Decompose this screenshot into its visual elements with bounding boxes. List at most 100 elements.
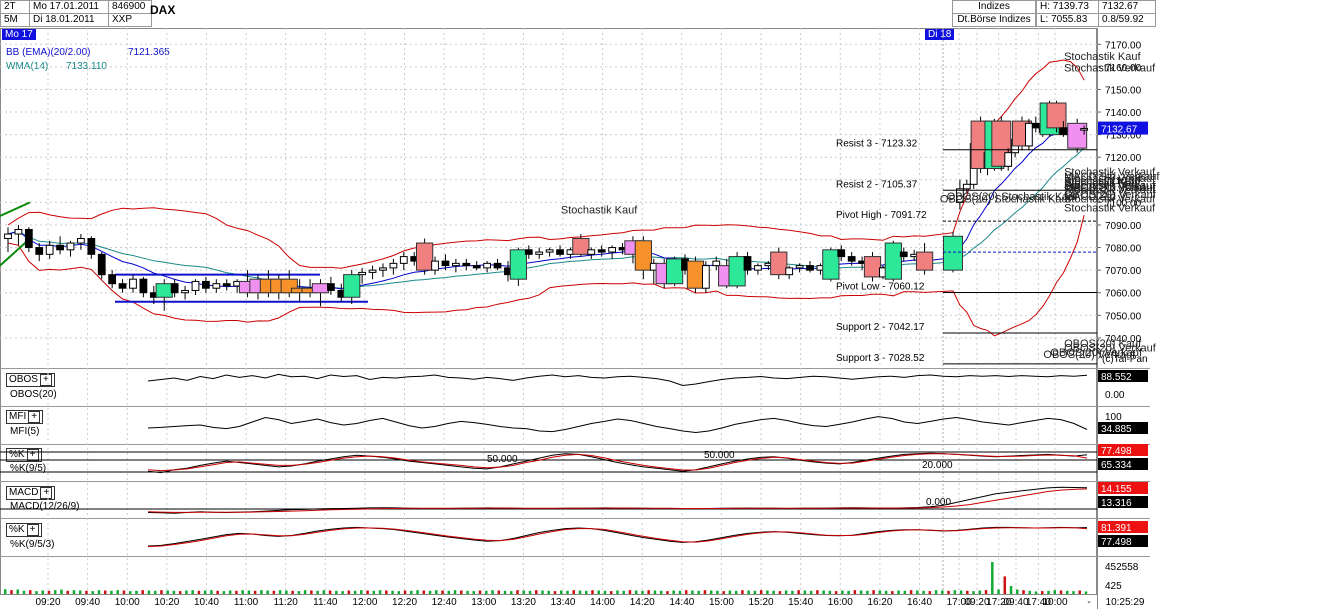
volume-bar xyxy=(803,590,807,594)
candle-body xyxy=(785,267,794,276)
volume-bar xyxy=(1078,590,1082,594)
volume-bar xyxy=(78,590,82,594)
volume-bar xyxy=(53,590,57,594)
volume-bar xyxy=(128,591,132,594)
y-tick-label: 7150.00 xyxy=(1105,85,1142,96)
volume-bar xyxy=(316,590,319,594)
candle-body xyxy=(462,262,471,267)
bollinger-upper-line xyxy=(7,59,1085,269)
candle-body xyxy=(472,265,481,269)
candle-body xyxy=(311,283,330,294)
volume-bar xyxy=(684,590,688,594)
volume-bar xyxy=(266,590,269,594)
candle-body xyxy=(587,249,596,255)
x-tick-label: 12:00 xyxy=(352,597,377,608)
candle-body xyxy=(701,265,710,289)
x-tick-label: 11:00 xyxy=(234,597,259,608)
y-tick-label: 7080.00 xyxy=(1105,244,1142,255)
volume-bar xyxy=(328,590,332,594)
mfi-line xyxy=(147,416,1088,434)
volume-bar xyxy=(1016,589,1019,594)
candle-body xyxy=(863,256,882,278)
candle-body xyxy=(884,242,902,280)
candle-body xyxy=(399,256,408,264)
candle-body xyxy=(202,280,210,289)
candle-body xyxy=(847,256,856,262)
candle-body xyxy=(451,262,460,267)
candle-body xyxy=(943,235,963,271)
volume-bar xyxy=(553,591,557,594)
last-price-tag-label: 7132.67 xyxy=(1101,125,1138,136)
volume-bar xyxy=(659,590,663,594)
volume-bar xyxy=(709,590,713,594)
volume-bar xyxy=(841,590,844,594)
volume-bar xyxy=(753,590,757,594)
candle-body xyxy=(87,238,96,255)
volume-bar xyxy=(35,591,38,594)
volume-bar xyxy=(1059,590,1063,594)
candle-body xyxy=(108,274,117,285)
volume-bar xyxy=(853,590,857,594)
candle-body xyxy=(754,265,762,271)
volume-bar xyxy=(141,590,144,594)
volume-bar xyxy=(959,590,963,594)
candle-body xyxy=(181,289,189,294)
volume-bar xyxy=(903,590,907,594)
volume-bar xyxy=(703,590,707,594)
volume-bar xyxy=(847,590,850,594)
x-tick-label: 09:40 xyxy=(1003,597,1028,608)
volume-bar xyxy=(866,590,869,594)
volume-bar xyxy=(522,590,526,594)
pivot-level-label: Resist 3 - 7123.32 xyxy=(836,139,918,150)
volume-bar xyxy=(453,590,457,594)
volume-bar xyxy=(872,590,875,594)
volume-bar xyxy=(603,590,607,594)
candle-body xyxy=(441,260,450,267)
volume-bar xyxy=(235,590,238,594)
volume-bar xyxy=(1066,590,1069,594)
y-tick-label: 425 xyxy=(1105,581,1122,592)
volume-bar xyxy=(647,590,650,594)
volume-bar xyxy=(203,590,207,594)
volume-bar xyxy=(422,590,426,594)
volume-bar xyxy=(166,590,169,594)
volume-bar xyxy=(291,590,294,594)
x-tick-label: 15:00 xyxy=(709,597,734,608)
candle-body xyxy=(379,267,387,271)
volume-bar xyxy=(466,590,469,594)
x-tick-label: 14:00 xyxy=(590,597,615,608)
signal-annotation: OBOS(20) Verkauf xyxy=(1064,342,1157,354)
volume-bar xyxy=(572,590,575,594)
candle-body xyxy=(1004,152,1013,167)
volume-bar xyxy=(678,590,682,594)
candle-body xyxy=(483,262,492,269)
x-tick-label: 09:40 xyxy=(75,597,100,608)
volume-bar xyxy=(478,590,482,594)
signal-annotation: Stochastik Verkauf xyxy=(1064,62,1156,74)
volume-bar xyxy=(722,591,725,594)
chart-canvas[interactable]: 09:20 09:40 10:00 10:20 10:40 11:00 11:20 11:40… xyxy=(0,0,1323,609)
volume-bar xyxy=(216,590,219,594)
volume-bar xyxy=(834,591,838,594)
y-tick-label: 452558 xyxy=(1105,562,1139,573)
plot-frame xyxy=(0,28,1097,595)
volume-bar xyxy=(916,590,919,594)
volume-bar xyxy=(1084,591,1088,594)
volume-bar xyxy=(559,590,563,594)
candle-body xyxy=(665,258,684,285)
volume-bar xyxy=(741,590,744,594)
volume-bar xyxy=(541,590,544,594)
candle-body xyxy=(572,238,590,255)
stoch-value-tag-2-label: 65.334 xyxy=(1101,460,1132,471)
candle-body xyxy=(837,249,846,258)
y-tick-label: 7050.00 xyxy=(1105,311,1142,322)
volume-bar xyxy=(285,590,288,594)
volume-bar xyxy=(909,590,913,594)
candle-body xyxy=(899,251,908,258)
x-tick-label: 14:20 xyxy=(630,597,655,608)
candle-body xyxy=(597,249,606,253)
volume-bar xyxy=(653,590,657,594)
volume-bar xyxy=(197,590,201,594)
volume-bar xyxy=(28,590,32,594)
candle-body xyxy=(170,283,179,294)
